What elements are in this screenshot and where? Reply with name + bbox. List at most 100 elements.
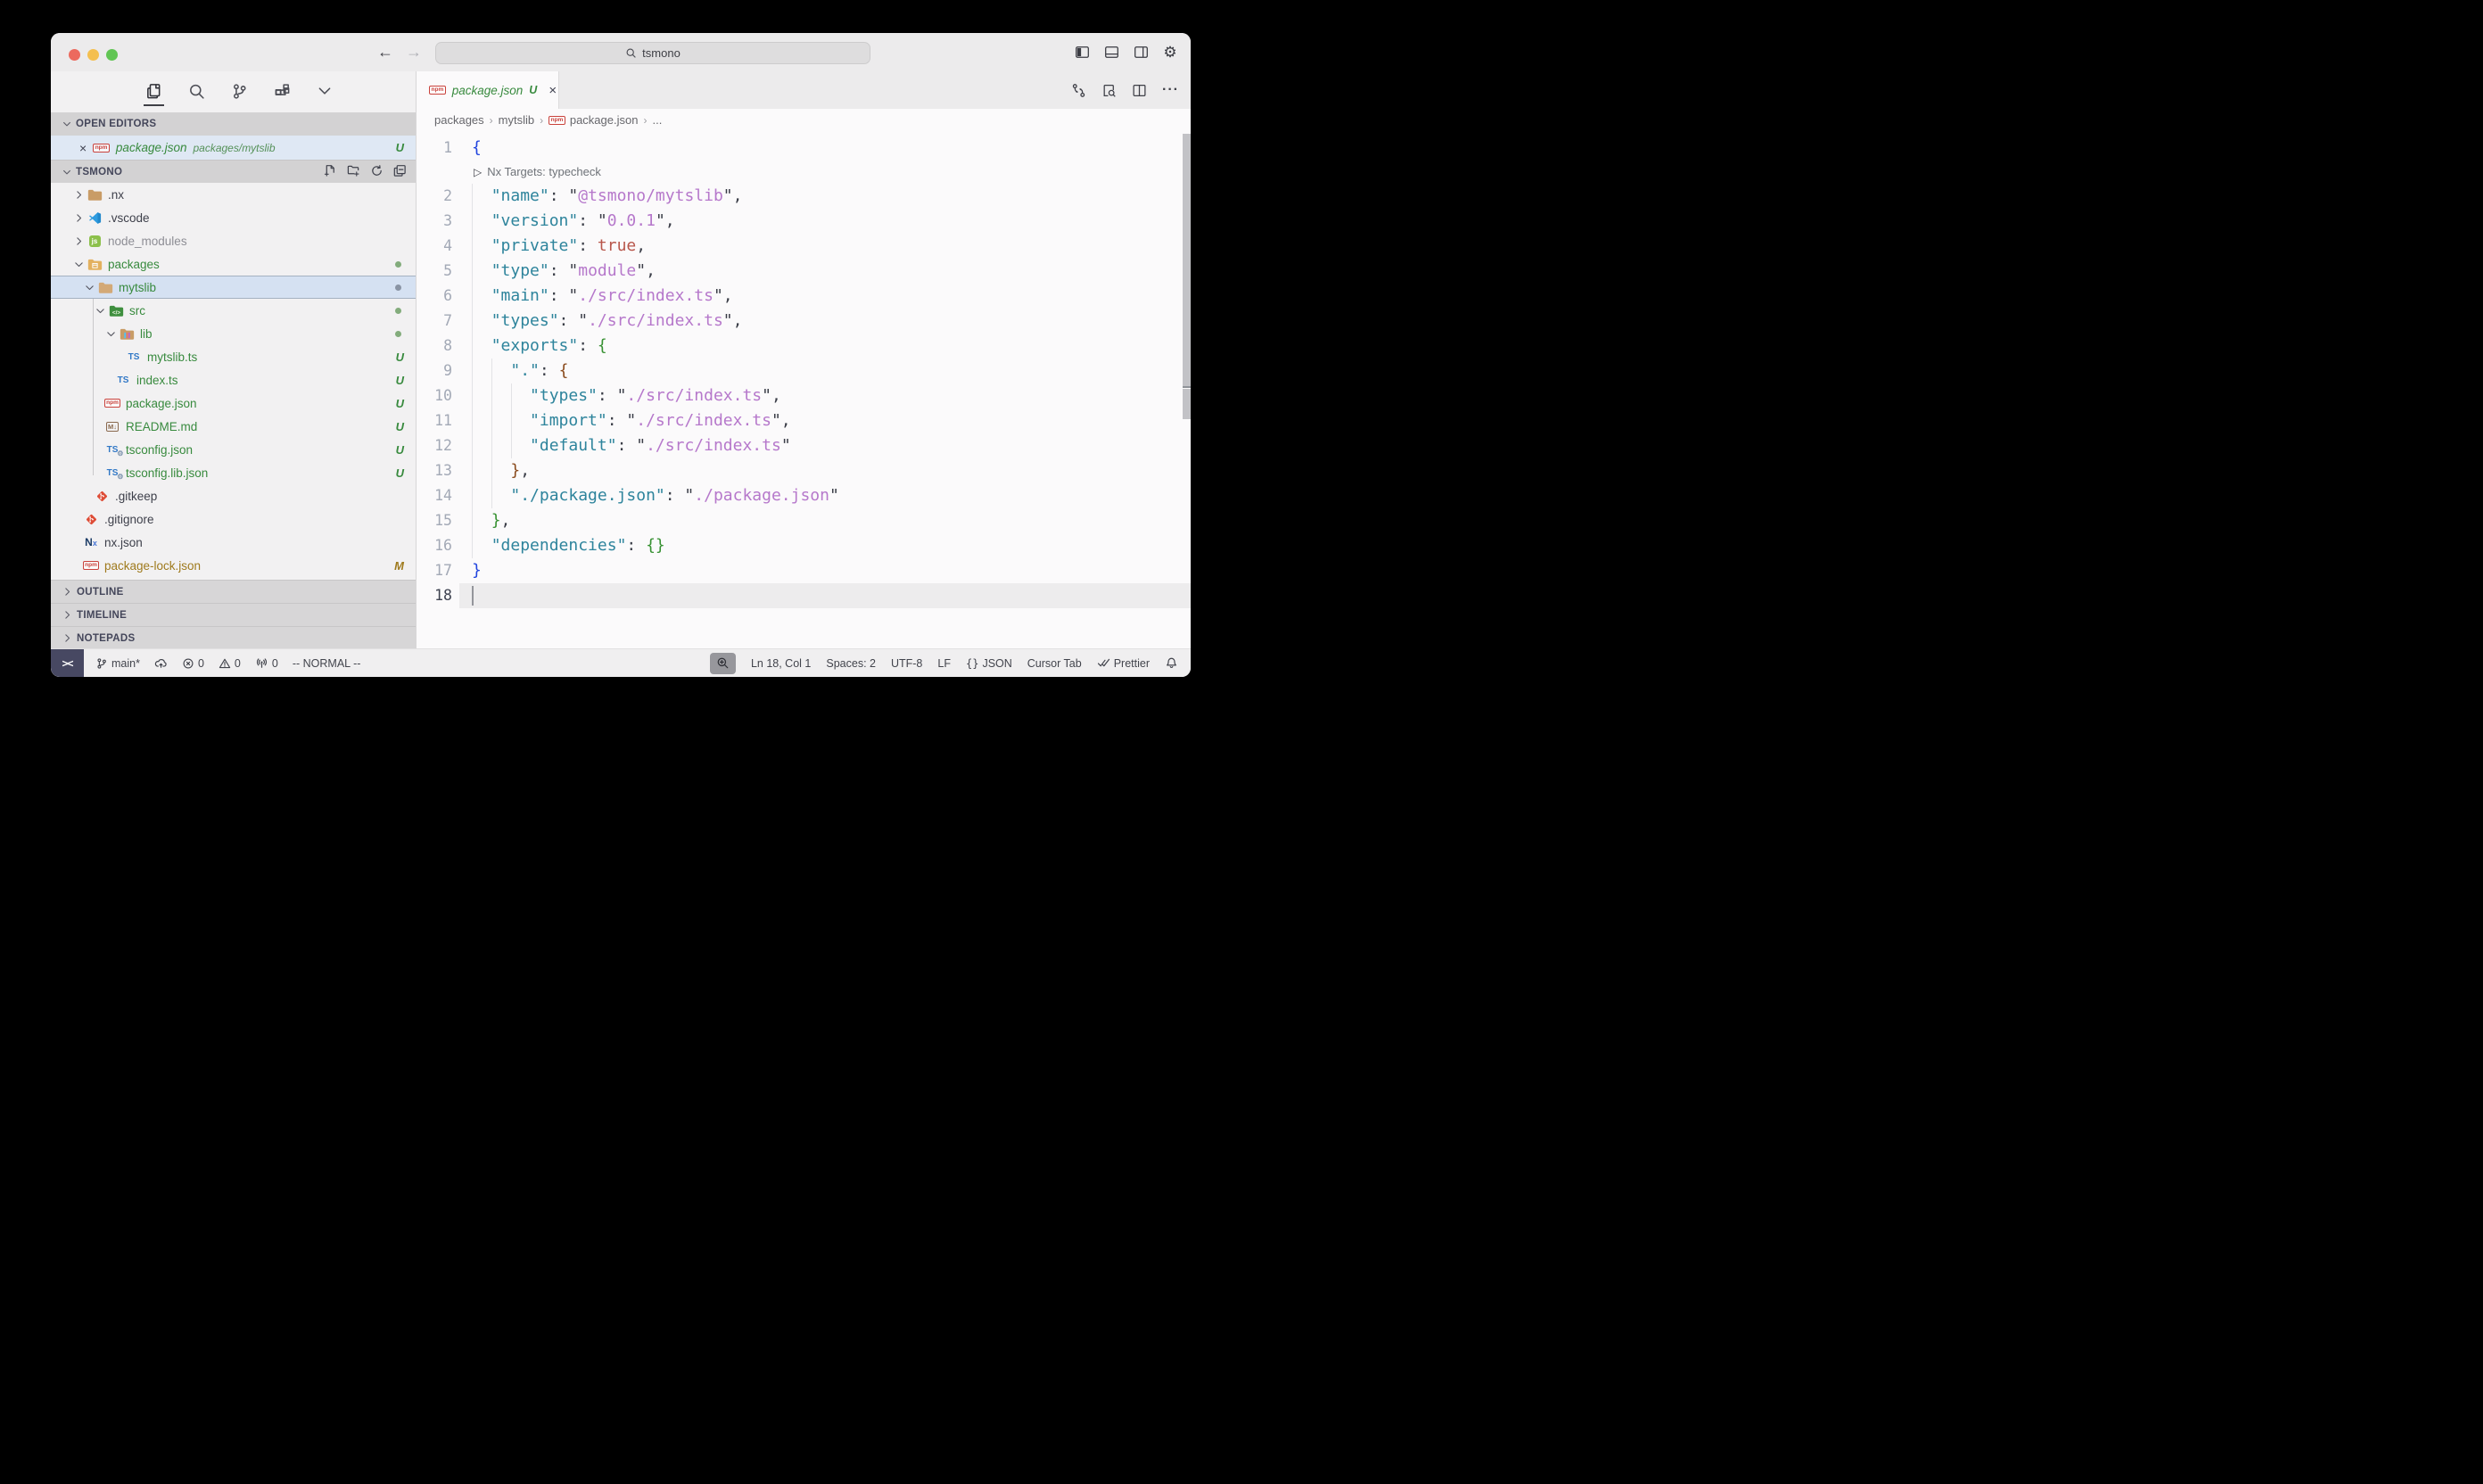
status-zoom-plus[interactable]: [710, 653, 736, 674]
settings-gear-icon[interactable]: ⚙︎: [1162, 45, 1178, 61]
status-braces[interactable]: {}JSON: [966, 657, 1012, 670]
tree-item-package-json[interactable]: npmpackage.jsonU: [51, 392, 416, 415]
close-window-button[interactable]: [69, 49, 80, 61]
code-line-18[interactable]: 18: [417, 583, 1191, 608]
split-editor-icon[interactable]: [1132, 83, 1147, 98]
status--normal-[interactable]: -- NORMAL --: [293, 657, 361, 670]
collapse-all-button[interactable]: [393, 164, 407, 180]
tree-item-src[interactable]: </>src: [51, 299, 416, 322]
code-line-2[interactable]: 2 "name": "@tsmono/mytslib",: [417, 184, 1191, 209]
chevron-down-icon: [103, 328, 119, 340]
close-icon[interactable]: ×: [79, 141, 87, 155]
activity-files-button[interactable]: [144, 78, 164, 106]
toggle-secondary-sidebar-icon[interactable]: [1133, 45, 1149, 61]
code-line-3[interactable]: 3 "version": "0.0.1",: [417, 209, 1191, 234]
code-line-13[interactable]: 13 },: [417, 458, 1191, 483]
tree-item-label: tsconfig.lib.json: [126, 466, 208, 480]
code-line-7[interactable]: 7 "types": "./src/index.ts",: [417, 309, 1191, 334]
code-line-6[interactable]: 6 "main": "./src/index.ts",: [417, 284, 1191, 309]
status-ln-18-col-1[interactable]: Ln 18, Col 1: [751, 657, 811, 670]
code-line-15[interactable]: 15 },: [417, 508, 1191, 533]
navigate-forward-button[interactable]: →: [406, 41, 422, 62]
code-line-11[interactable]: 11 "import": "./src/index.ts",: [417, 408, 1191, 433]
tree-item-mytslib-ts[interactable]: TSmytslib.tsU: [51, 345, 416, 368]
tree-item-node-modules[interactable]: jsnode_modules: [51, 229, 416, 252]
open-changes-icon[interactable]: [1071, 83, 1086, 98]
code-line-10[interactable]: 10 "types": "./src/index.ts",: [417, 383, 1191, 408]
tree-item-mytslib[interactable]: mytslib: [51, 276, 416, 299]
status-broadcast[interactable]: 0: [255, 656, 278, 670]
tab-package-json[interactable]: npm package.json U ×: [417, 71, 559, 109]
git-icon: [85, 513, 98, 526]
line-number: 18: [417, 583, 452, 608]
code-line-8[interactable]: 8 "exports": {: [417, 334, 1191, 359]
activity-source-control-button[interactable]: [229, 78, 250, 106]
activity-extensions-button[interactable]: [272, 78, 293, 106]
minimize-window-button[interactable]: [87, 49, 99, 61]
codelens-nx-targets[interactable]: ▷ Nx Targets: typecheck: [474, 161, 601, 184]
status-spaces-2[interactable]: Spaces: 2: [826, 657, 876, 670]
section-timeline[interactable]: TIMELINE: [51, 603, 416, 626]
tree-item-lib[interactable]: lib: [51, 322, 416, 345]
new-folder-button[interactable]: [347, 164, 360, 180]
line-number: 17: [417, 558, 452, 583]
close-tab-icon[interactable]: ×: [549, 83, 557, 98]
status-utf-8[interactable]: UTF-8: [891, 657, 922, 670]
code-line-5[interactable]: 5 "type": "module",: [417, 259, 1191, 284]
command-center-search[interactable]: tsmono: [435, 42, 870, 64]
toggle-primary-sidebar-icon[interactable]: [1074, 45, 1090, 61]
status-warning-triangle[interactable]: 0: [219, 657, 241, 670]
status-bell[interactable]: [1165, 656, 1178, 670]
tree-item--gitignore[interactable]: .gitignore: [51, 507, 416, 531]
code-editor[interactable]: ▷ Nx Targets: typecheck 1{ 2 "name": "@ts…: [417, 131, 1191, 649]
status-lf[interactable]: LF: [937, 657, 951, 670]
tree-item-tsconfig-json[interactable]: TS⚙︎tsconfig.jsonU: [51, 438, 416, 461]
extensions-icon: [274, 83, 291, 100]
tree-item-packages[interactable]: packages: [51, 252, 416, 276]
status-cursor-tab[interactable]: Cursor Tab: [1027, 657, 1082, 670]
tree-item-package-lock-json[interactable]: npmpackage-lock.jsonM: [51, 554, 416, 577]
breadcrumb-item[interactable]: ...: [652, 113, 662, 127]
breadcrumb-item[interactable]: packages: [434, 113, 484, 127]
tree-item--nx[interactable]: .nx: [51, 183, 416, 206]
workspace-header[interactable]: TSMONO: [51, 160, 416, 183]
navigate-back-button[interactable]: ←: [377, 41, 393, 62]
code-line-1[interactable]: 1{: [417, 136, 1191, 161]
status-error-circle[interactable]: 0: [182, 657, 204, 670]
tree-item--vscode[interactable]: .vscode: [51, 206, 416, 229]
toggle-panel-icon[interactable]: [1103, 45, 1119, 61]
code-line-9[interactable]: 9 ".": {: [417, 359, 1191, 383]
new-file-button[interactable]: [324, 164, 337, 180]
code-line-12[interactable]: 12 "default": "./src/index.ts": [417, 433, 1191, 458]
code-line-17[interactable]: 17}: [417, 558, 1191, 583]
refresh-button[interactable]: [370, 164, 384, 180]
editor-scrollbar-end[interactable]: [1183, 389, 1191, 419]
status-prettier-check[interactable]: Prettier: [1097, 656, 1150, 670]
editor-scrollbar[interactable]: [1183, 134, 1191, 386]
open-editors-header[interactable]: OPEN EDITORS: [51, 112, 416, 136]
tree-item--gitkeep[interactable]: .gitkeep: [51, 484, 416, 507]
code-line-16[interactable]: 16 "dependencies": {}: [417, 533, 1191, 558]
section-notepads[interactable]: NOTEPADS: [51, 626, 416, 649]
folder-tan-icon: [87, 188, 103, 202]
tree-item-label: packages: [108, 258, 160, 271]
more-actions-icon[interactable]: ···: [1162, 82, 1179, 98]
cloud-upload-icon: [154, 656, 168, 670]
activity-chevron-down-button[interactable]: [315, 78, 334, 106]
remote-indicator[interactable]: ><: [51, 649, 84, 677]
status-git-branch[interactable]: main*: [95, 657, 140, 670]
section-outline[interactable]: OUTLINE: [51, 580, 416, 603]
status-cloud-upload[interactable]: [154, 656, 168, 670]
search-editor-icon[interactable]: [1101, 83, 1117, 98]
activity-search-button[interactable]: [186, 78, 207, 106]
tree-item-tsconfig-lib-json[interactable]: TS⚙︎tsconfig.lib.jsonU: [51, 461, 416, 484]
code-line-14[interactable]: 14 "./package.json": "./package.json": [417, 483, 1191, 508]
zoom-window-button[interactable]: [106, 49, 118, 61]
breadcrumb-item[interactable]: mytslib: [499, 113, 534, 127]
breadcrumb-item[interactable]: npmpackage.json: [549, 113, 638, 127]
tree-item-nx-json[interactable]: Nxnx.json: [51, 531, 416, 554]
tree-item-index-ts[interactable]: TSindex.tsU: [51, 368, 416, 392]
open-editor-item[interactable]: × npm package.json packages/mytslib U: [51, 136, 416, 160]
tree-item-readme-md[interactable]: M↓README.mdU: [51, 415, 416, 438]
code-line-4[interactable]: 4 "private": true,: [417, 234, 1191, 259]
